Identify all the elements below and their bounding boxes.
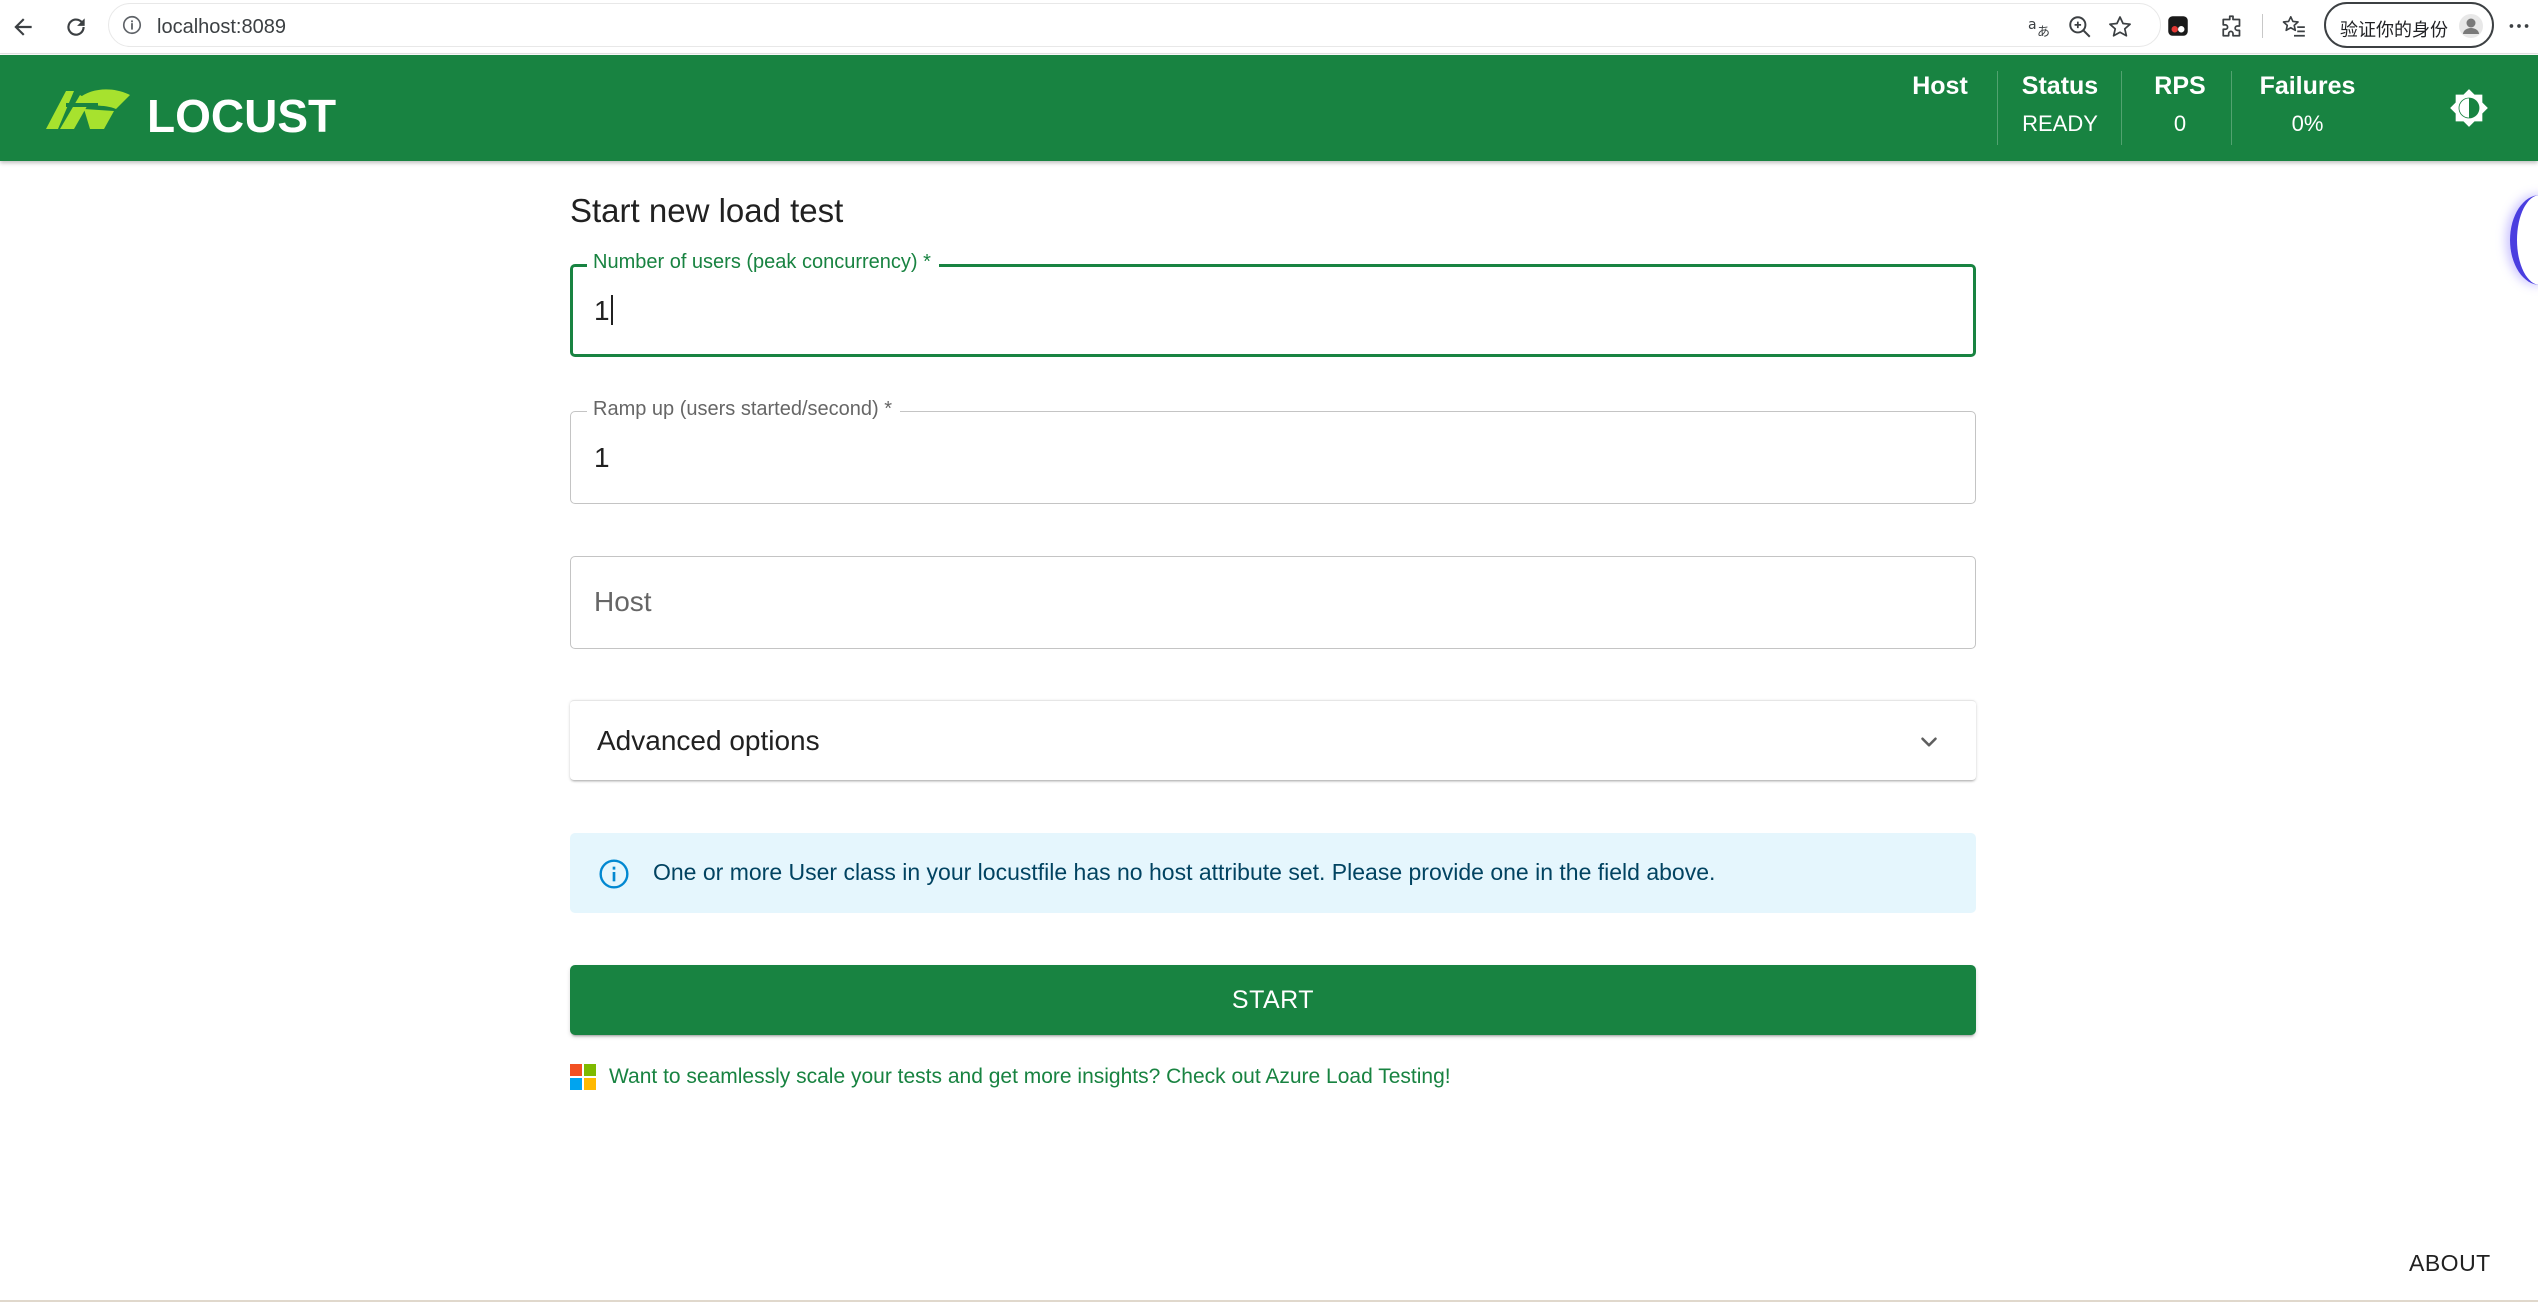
host-input[interactable]: Host [594,586,652,618]
reload-button[interactable] [57,8,95,46]
users-input[interactable]: 1 [594,295,613,327]
extension-app-icon[interactable] [2163,11,2193,41]
extensions-puzzle-icon[interactable] [2218,11,2248,41]
text-caret [610,295,613,325]
stat-failures: Failures 0% [2250,71,2365,137]
stat-rps-title: RPS [2154,72,2206,100]
app-header: LOCUST Host Status READY RPS 0 Failures … [0,55,2538,161]
stat-divider [2231,71,2232,145]
host-field[interactable]: Host [570,556,1976,649]
stat-status-title: Status [2021,72,2099,100]
stat-divider [1997,71,1998,145]
about-link[interactable]: ABOUT [2409,1250,2491,1277]
info-icon [599,859,629,889]
chevron-down-icon [1921,737,1937,747]
translate-icon[interactable]: aあ [2027,14,2053,40]
microsoft-logo-icon [570,1064,596,1090]
ramp-up-field-label: Ramp up (users started/second) * [587,398,901,421]
alert-text: One or more User class in your locustfil… [653,859,1716,885]
verify-identity-label: 验证你的身份 [2340,20,2448,41]
stat-status: Status READY [2015,71,2105,137]
verify-identity-button[interactable]: 验证你的身份 [2324,2,2494,48]
stat-failures-title: Failures [2259,72,2356,100]
more-menu-icon[interactable] [2504,11,2534,41]
stat-host-title: Host [1912,72,1968,100]
advanced-options-label: Advanced options [597,725,820,756]
users-input-value: 1 [594,295,610,326]
page-title: Start new load test [570,192,844,229]
window-bottom-border [0,1300,2538,1302]
favorites-list-icon[interactable] [2279,11,2309,41]
stat-rps: RPS 0 [2140,71,2220,137]
users-field-label: Number of users (peak concurrency) * [587,251,939,274]
locust-logo[interactable]: LOCUST [44,85,354,142]
ramp-up-field[interactable]: Ramp up (users started/second) * 1 [570,398,1976,504]
zoom-icon[interactable] [2067,14,2093,40]
copilot-side-icon[interactable] [2510,195,2538,285]
site-info-icon[interactable] [121,14,143,36]
theme-toggle-button[interactable] [2446,85,2492,131]
url-text[interactable]: localhost:8089 [157,16,286,39]
reload-icon [67,18,85,36]
profile-avatar-icon [2459,14,2483,38]
ramp-up-input[interactable]: 1 [594,442,610,474]
azure-link-text[interactable]: Want to seamlessly scale your tests and … [609,1065,1451,1089]
info-alert: One or more User class in your locustfil… [570,833,1976,913]
users-field[interactable]: Number of users (peak concurrency) * 1 [570,251,1976,357]
start-button-label: START [1231,985,1315,1014]
locust-grasshopper-icon [46,89,130,129]
svg-text:あ: あ [2037,25,2050,40]
stat-status-value: READY [2022,111,2098,136]
svg-text:a: a [2028,17,2037,33]
start-button[interactable]: START [570,965,1976,1035]
browser-toolbar: localhost:8089 aあ 验证你的身份 [0,0,2538,54]
stat-host: Host [1900,71,1980,111]
back-arrow-icon [14,18,32,36]
favorite-star-icon[interactable] [2107,14,2133,40]
stat-failures-value: 0% [2291,111,2324,136]
brightness-icon [2450,89,2488,127]
address-bar[interactable]: localhost:8089 aあ [108,3,2161,47]
logo-text: LOCUST [147,90,337,142]
stat-divider [2121,71,2122,145]
advanced-options-accordion[interactable]: Advanced options [570,700,1976,780]
back-button[interactable] [4,8,42,46]
stat-rps-value: 0 [2173,111,2187,136]
toolbar-divider [2262,14,2263,38]
